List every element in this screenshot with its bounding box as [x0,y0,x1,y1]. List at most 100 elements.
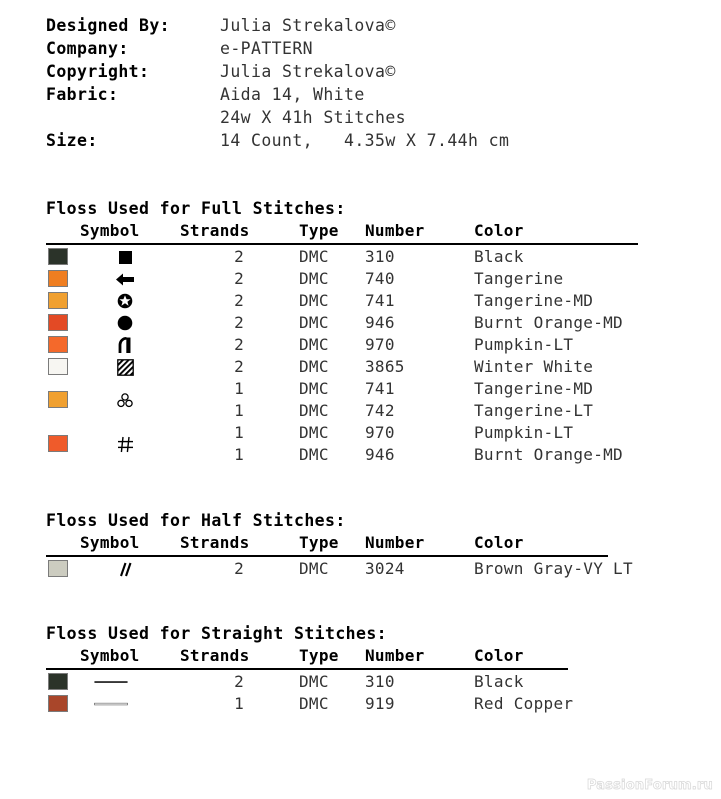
cell-type: DMC [299,335,329,354]
column-header-number: Number [365,221,425,240]
cell-color: Brown Gray-VY LT [474,559,633,578]
cell-number: 741 [365,291,395,310]
cell-number: 3865 [365,357,405,376]
table-row: 2 DMC 3865 Winter White [46,356,666,378]
cell-color: Red Copper [474,694,574,713]
cell-number: 310 [365,247,395,266]
table-row: 2 DMC 970 Pumpkin-LT [46,334,666,356]
table-body: 2 DMC 3024 Brown Gray-VY LT [46,558,666,580]
column-header-symbol: Symbol [80,533,140,552]
cell-color: Black [474,672,524,691]
cell-color: Tangerine-MD [474,291,594,310]
column-header-type: Type [299,221,339,240]
info-value: Aida 14, White [220,85,365,104]
column-header-symbol: Symbol [80,646,140,665]
cell-strands: 1 [234,401,244,420]
info-row: Company: e-PATTERN [46,37,666,60]
cell-strands: 2 [234,672,244,691]
straight-stitches-heading: Floss Used for Straight Stitches: [46,624,388,643]
info-value: e-PATTERN [220,39,314,58]
cell-strands: 1 [234,379,244,398]
table-body: 2 DMC 310 Black 1 DMC 919 Red Copper [46,671,666,715]
cell-color: Black [474,247,524,266]
table-row: 2 DMC 310 Black [46,246,666,268]
table-header-row: Symbol Strands Type Number Color [46,221,666,243]
cell-type: DMC [299,313,329,332]
info-row: Fabric: Aida 14, White [46,83,666,106]
cell-number: 970 [365,423,395,442]
cell-type: DMC [299,357,329,376]
cell-type: DMC [299,269,329,288]
cell-number: 919 [365,694,395,713]
cell-strands: 2 [234,291,244,310]
cell-number: 3024 [365,559,405,578]
cell-color: Tangerine [474,269,564,288]
column-header-strands: Strands [180,646,250,665]
info-row: Designed By: Julia Strekalova© [46,14,666,37]
table-rule [46,555,608,557]
column-header-color: Color [474,221,524,240]
cell-number: 970 [365,335,395,354]
column-header-symbol: Symbol [80,221,140,240]
info-value: 14 Count, 4.35w X 7.44h cm [220,131,510,150]
pattern-document-page: Designed By: Julia Strekalova© Company: e-P… [0,0,721,799]
table-row: 1 DMC 946 Burnt Orange-MD [46,444,666,466]
table-header-row: Symbol Strands Type Number Color [46,533,666,555]
cell-strands: 1 [234,445,244,464]
info-label: Company: [46,39,129,58]
table-row: 1 DMC 919 Red Copper [46,693,666,715]
cell-number: 946 [365,445,395,464]
cell-type: DMC [299,559,329,578]
table-row: 2 DMC 946 Burnt Orange-MD [46,312,666,334]
cell-type: DMC [299,379,329,398]
cell-number: 740 [365,269,395,288]
cell-color: Tangerine-LT [474,401,594,420]
table-row: 1 DMC 741 Tangerine-MD [46,378,666,400]
table-row: 2 DMC 3024 Brown Gray-VY LT [46,558,666,580]
cell-color: Pumpkin-LT [474,335,574,354]
cell-color: Burnt Orange-MD [474,313,623,332]
cell-color: Pumpkin-LT [474,423,574,442]
cell-color: Burnt Orange-MD [474,445,623,464]
full-stitches-heading: Floss Used for Full Stitches: [46,199,346,218]
column-header-type: Type [299,646,339,665]
cell-strands: 2 [234,559,244,578]
site-watermark: PassionForum.ru [586,778,713,794]
info-label: Designed By: [46,16,171,35]
cell-strands: 2 [234,269,244,288]
cell-strands: 2 [234,357,244,376]
column-header-strands: Strands [180,533,250,552]
table-rule [46,243,638,245]
cell-type: DMC [299,291,329,310]
cell-color: Tangerine-MD [474,379,594,398]
full-stitches-table: Symbol Strands Type Number Color 2 DMC 310 Black… [46,221,666,466]
cell-number: 741 [365,379,395,398]
cell-strands: 1 [234,423,244,442]
cell-strands: 2 [234,313,244,332]
half-stitches-table: Symbol Strands Type Number Color 2 DMC 3024 Brow… [46,533,666,580]
cell-color: Winter White [474,357,594,376]
cell-number: 946 [365,313,395,332]
table-body: 2 DMC 310 Black 2 DMC 740 Tangerine 2 DMC 741 Tange… [46,246,666,466]
cell-number: 742 [365,401,395,420]
pattern-info-block: Designed By: Julia Strekalova© Company: e-P… [46,14,666,152]
half-stitches-heading: Floss Used for Half Stitches: [46,511,346,530]
info-value: 24w X 41h Stitches [220,108,407,127]
info-label: Copyright: [46,62,150,81]
column-header-type: Type [299,533,339,552]
cell-type: DMC [299,247,329,266]
cell-strands: 2 [234,335,244,354]
info-label: Size: [46,131,98,150]
cell-type: DMC [299,445,329,464]
straight-stitches-table: Symbol Strands Type Number Color 2 DMC 310 Black… [46,646,666,715]
cell-number: 310 [365,672,395,691]
cell-type: DMC [299,672,329,691]
column-header-color: Color [474,646,524,665]
table-row: 2 DMC 310 Black [46,671,666,693]
table-row: 1 DMC 970 Pumpkin-LT [46,422,666,444]
cell-strands: 2 [234,247,244,266]
table-row: 2 DMC 741 Tangerine-MD [46,290,666,312]
column-header-strands: Strands [180,221,250,240]
column-header-color: Color [474,533,524,552]
cell-type: DMC [299,423,329,442]
